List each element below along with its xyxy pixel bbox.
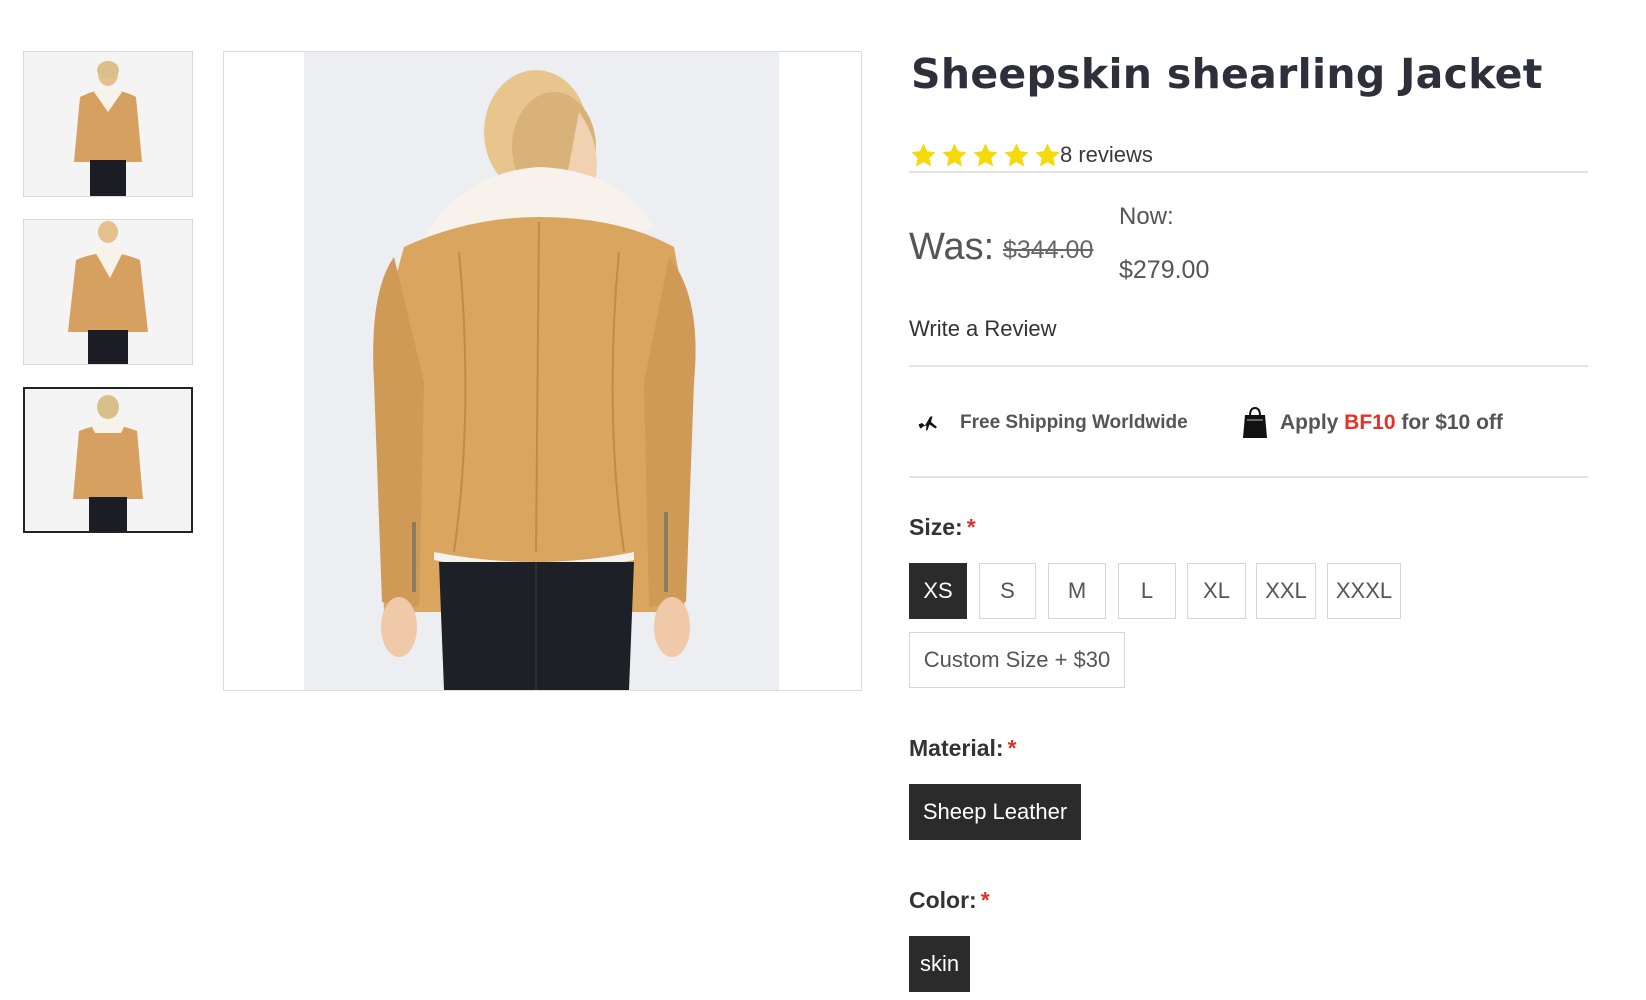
- size-option-m[interactable]: M: [1048, 563, 1106, 619]
- size-label-text: Size:: [909, 514, 963, 540]
- thumbnail-front-angle[interactable]: [23, 219, 193, 365]
- size-option-xxxl[interactable]: XXXL: [1327, 563, 1401, 619]
- thumbnail-back[interactable]: [23, 387, 193, 533]
- now-label: Now:: [1119, 203, 1174, 230]
- star-icon: [911, 143, 936, 167]
- color-label: Color: *: [909, 887, 990, 914]
- size-option-xs[interactable]: XS: [909, 563, 967, 619]
- promo-suffix: for $10 off: [1395, 411, 1503, 434]
- write-review-link[interactable]: Write a Review: [909, 316, 1057, 342]
- thumbnail-front[interactable]: [23, 51, 193, 197]
- star-icon: [1035, 143, 1060, 167]
- free-shipping-text: Free Shipping Worldwide: [960, 412, 1188, 433]
- color-label-text: Color:: [909, 887, 977, 913]
- custom-size-option[interactable]: Custom Size + $30: [909, 632, 1125, 688]
- divider: [909, 365, 1588, 367]
- star-icon: [973, 143, 998, 167]
- product-title: Sheepskin shearling Jacket: [911, 50, 1543, 98]
- material-label-text: Material:: [909, 735, 1004, 761]
- was-label: Was:: [909, 226, 995, 268]
- size-label: Size: *: [909, 514, 976, 541]
- required-marker: *: [980, 887, 990, 913]
- old-price: $344.00: [1003, 236, 1094, 264]
- star-icon: [1004, 143, 1029, 167]
- divider: [909, 171, 1588, 173]
- material-label: Material: *: [909, 735, 1017, 762]
- main-product-image[interactable]: [223, 51, 862, 691]
- divider: [909, 476, 1588, 478]
- shopping-bag-icon: [1243, 406, 1267, 438]
- airplane-icon: [918, 416, 937, 431]
- current-price: $279.00: [1119, 256, 1210, 284]
- reviews-link[interactable]: 8 reviews: [1060, 142, 1153, 168]
- size-option-xl[interactable]: XL: [1187, 563, 1246, 619]
- size-option-l[interactable]: L: [1118, 563, 1176, 619]
- rating-stars: [909, 141, 1062, 170]
- required-marker: *: [1007, 735, 1017, 761]
- size-option-s[interactable]: S: [979, 563, 1036, 619]
- required-marker: *: [966, 514, 976, 540]
- promo-text: Apply BF10 for $10 off: [1280, 411, 1503, 435]
- material-option[interactable]: Sheep Leather: [909, 784, 1081, 840]
- size-option-xxl[interactable]: XXL: [1256, 563, 1316, 619]
- promo-prefix: Apply: [1280, 411, 1345, 434]
- star-icon: [942, 143, 967, 167]
- promo-code: BF10: [1344, 411, 1396, 434]
- color-option[interactable]: skin: [909, 936, 970, 992]
